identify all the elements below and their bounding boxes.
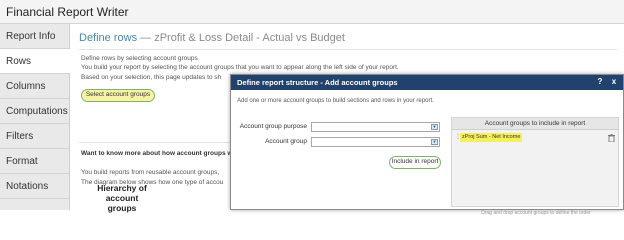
sidebar-item-filters[interactable]: Filters	[0, 124, 70, 149]
more-info-heading: Want to know more about how account grou…	[81, 150, 233, 157]
dialog-description: Add one or more account groups to build …	[237, 98, 434, 104]
page-title-report-name: — zProfit & Loss Detail - Actual vs Budg…	[140, 32, 345, 44]
sidebar: Report Info Rows Columns Computations Fi…	[0, 24, 70, 210]
account-group-purpose-label: Account group purpose	[239, 123, 307, 130]
dialog-header: Define report structure - Add account gr…	[231, 75, 623, 90]
help-icon[interactable]: ?	[595, 77, 605, 87]
divider	[79, 49, 617, 50]
page-title-main: Define rows	[79, 32, 138, 44]
intro-line-3: Based on your selection, this page updat…	[81, 74, 222, 81]
dialog-title: Define report structure - Add account gr…	[237, 78, 398, 87]
hierarchy-diagram-title: Hierarchy of account groups	[97, 183, 147, 213]
title-bar: Financial Report Writer	[0, 0, 624, 24]
intro-line-1: Define rows by selecting account groups	[81, 55, 198, 62]
add-account-groups-dialog: Define report structure - Add account gr…	[230, 74, 624, 216]
page-title: Define rows — zProfit & Loss Detail - Ac…	[79, 32, 345, 44]
chevron-down-icon[interactable]: ▼	[431, 139, 438, 145]
select-account-groups-button[interactable]: Select account groups	[81, 89, 155, 102]
account-group-label: Account group	[265, 138, 307, 145]
sidebar-item-report-info[interactable]: Report Info	[0, 24, 70, 49]
sidebar-item-computations[interactable]: Computations	[0, 99, 70, 124]
more-info-line-1: You build reports from reusable account …	[81, 169, 220, 176]
app-title: Financial Report Writer	[6, 5, 129, 19]
account-group-purpose-select[interactable]: ▼	[311, 122, 440, 132]
sidebar-item-rows[interactable]: Rows	[0, 49, 70, 74]
sidebar-item-format[interactable]: Format	[0, 149, 70, 174]
divider	[79, 142, 239, 143]
list-item[interactable]: ⋮ zProj Sum - Net Income	[454, 133, 616, 143]
sidebar-item-notations[interactable]: Notations	[0, 174, 70, 199]
trash-icon[interactable]	[608, 134, 615, 142]
chevron-down-icon[interactable]: ▼	[431, 124, 438, 130]
panel-header: Account groups to include in report	[452, 118, 618, 130]
sidebar-item-columns[interactable]: Columns	[0, 74, 70, 99]
drag-handle-icon[interactable]: ⋮	[455, 134, 461, 141]
account-group-select[interactable]: ▼	[311, 137, 440, 147]
included-groups-panel: Account groups to include in report ⋮ zP…	[451, 117, 619, 216]
close-icon[interactable]: x	[609, 77, 619, 87]
intro-line-2: You build your report by selecting the a…	[81, 64, 399, 71]
include-in-report-button[interactable]: Include in report	[389, 156, 441, 169]
panel-footer-hint: Drag and drop account groups to define t…	[481, 210, 591, 216]
account-group-item-label: zProj Sum - Net Income	[460, 133, 523, 142]
